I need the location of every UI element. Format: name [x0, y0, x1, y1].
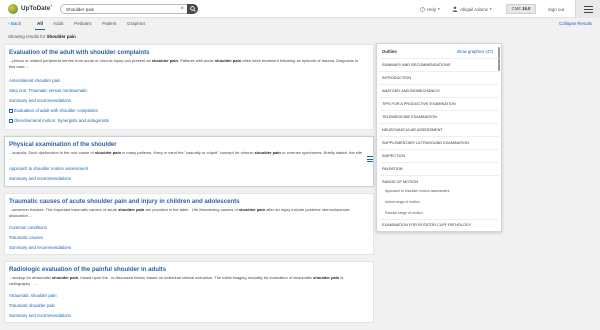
back-link[interactable]: ‹ Back: [8, 18, 21, 30]
tab-graphics[interactable]: Graphics: [127, 18, 145, 30]
graphic-icon: [9, 118, 13, 123]
clear-search-icon[interactable]: ×: [180, 5, 184, 14]
outline-item[interactable]: ANATOMY AND BIOMECHANICS: [382, 89, 440, 93]
outline-item[interactable]: INTRODUCTION: [382, 76, 411, 80]
search-button[interactable]: [187, 4, 198, 14]
outline-scrollbar[interactable]: [498, 47, 500, 71]
search-input[interactable]: [66, 6, 176, 12]
result-section-link[interactable]: Summary and recommendations: [9, 98, 71, 103]
outline-item[interactable]: PALPATION: [382, 167, 402, 171]
tab-all[interactable]: All: [35, 18, 45, 30]
divider: [380, 219, 499, 220]
user-name: Abigail Adams: [460, 6, 488, 12]
result-card: Traumatic causes of acute shoulder pain …: [4, 193, 374, 255]
outline-subitem[interactable]: Approach to shoulder motion assessment: [385, 189, 449, 193]
result-section-link[interactable]: Summary and recommendations: [9, 313, 71, 318]
divider: [380, 58, 499, 59]
sign-out-link[interactable]: Sign out: [548, 0, 564, 18]
result-section-link[interactable]: Traumatic shoulder pain: [9, 303, 55, 308]
divider: [380, 149, 499, 150]
result-snippet: ...scapula. Such dysfunction is the root…: [9, 150, 363, 161]
help-icon: ?: [420, 6, 425, 12]
result-title[interactable]: Traumatic causes of acute shoulder pain …: [9, 198, 240, 205]
outline-item[interactable]: SUMMARY AND RECOMMENDATIONS: [382, 63, 450, 67]
outline-item[interactable]: INSPECTION: [382, 154, 405, 158]
result-card: Evaluation of the adult with shoulder co…: [4, 44, 374, 130]
results-tabs: ‹ Back All Adult Pediatric Patient Graph…: [0, 18, 600, 30]
outline-subitem[interactable]: Active range of motion: [385, 200, 420, 204]
hamburger-menu-button[interactable]: [575, 0, 600, 18]
result-section-link[interactable]: Common conditions: [9, 225, 47, 230]
outline-subitem[interactable]: Passive range of motion: [385, 211, 423, 215]
divider: [380, 110, 499, 111]
result-title[interactable]: Radiologic evaluation of the painful sho…: [9, 266, 166, 273]
user-icon: [452, 6, 458, 12]
result-card: Radiologic evaluation of the painful sho…: [4, 261, 374, 323]
result-card-selected: Physical examination of the shoulder ...…: [4, 136, 374, 187]
outline-item[interactable]: TIPS FOR A PRODUCTIVE EXAMINATION: [382, 102, 456, 106]
divider: [380, 162, 499, 163]
help-label: Help: [427, 6, 437, 12]
search-icon: [189, 6, 196, 12]
outline-item[interactable]: SUPPLEMENTARY ULTRASOUND EXAMINATION: [382, 141, 469, 145]
top-header: UpToDate® × ? Help ▾ Abigail Adams ▾ CME…: [0, 0, 600, 18]
result-section-link[interactable]: Atraumatic shoulder pain: [9, 293, 57, 298]
outline-toggle-icon[interactable]: [366, 155, 374, 163]
outline-panel: Outline show graphics (47) SUMMARY AND R…: [376, 43, 502, 232]
divider: [380, 97, 499, 98]
chevron-down-icon: ▾: [438, 7, 440, 11]
graphic-icon: [9, 108, 13, 113]
result-snippet: ...plexus or related peripheral nerves f…: [9, 58, 359, 69]
outline-title: Outline: [382, 49, 397, 54]
divider: [380, 175, 499, 176]
outline-item[interactable]: TELEMEDICINE EXAMINATION: [382, 115, 437, 119]
user-menu[interactable]: Abigail Adams ▾: [452, 0, 492, 18]
show-graphics-link[interactable]: show graphics (47): [457, 49, 493, 54]
chevron-down-icon: ▾: [489, 7, 492, 11]
result-snippet: ...workup for atraumatic shoulder pain, …: [9, 275, 344, 286]
result-graphic-link[interactable]: Glenohumeral motion: Synergists and anta…: [9, 118, 109, 123]
divider: [380, 84, 499, 85]
tab-adult[interactable]: Adult: [53, 18, 63, 30]
outline-item[interactable]: NEUROVASCULAR ASSESSMENT: [382, 128, 443, 132]
logo-text: UpToDate®: [21, 4, 53, 13]
outline-item[interactable]: EXAMINATION FOR ROTATOR CUFF PATHOLOGY: [382, 223, 471, 227]
result-snippet: ...acromion fracture. The important trau…: [9, 207, 350, 218]
result-section-link[interactable]: Step one: Traumatic versus nontraumatic: [9, 88, 87, 93]
result-title[interactable]: Physical examination of the shoulder: [9, 141, 117, 148]
result-title[interactable]: Evaluation of the adult with shoulder co…: [9, 49, 150, 56]
search-box: ×: [60, 4, 198, 14]
help-menu[interactable]: ? Help ▾: [420, 0, 440, 18]
result-section-link[interactable]: Approach to shoulder motion assessment: [9, 166, 88, 171]
divider: [380, 123, 499, 124]
result-section-link[interactable]: Summary and recommendations: [9, 176, 71, 181]
divider: [380, 71, 499, 72]
results-summary: Showing results for Shoulder pain: [8, 34, 76, 39]
collapse-results-link[interactable]: Collapse Results: [559, 18, 592, 30]
logo-icon: [8, 3, 18, 14]
result-section-link[interactable]: Traumatic causes: [9, 235, 43, 240]
tab-patient[interactable]: Patient: [102, 18, 116, 30]
result-graphic-link[interactable]: Evaluation of adult with shoulder compla…: [9, 108, 98, 113]
cme-badge[interactable]: CME 16.0: [506, 4, 536, 14]
uptodate-logo[interactable]: UpToDate®: [8, 3, 53, 14]
tab-pediatric[interactable]: Pediatric: [74, 18, 92, 30]
divider: [380, 136, 499, 137]
outline-item[interactable]: RANGE OF MOTION: [382, 180, 418, 184]
svg-text:?: ?: [422, 7, 424, 11]
result-section-link[interactable]: Summary and recommendations: [9, 245, 71, 250]
result-section-link[interactable]: Anterolateral shoulder pain: [9, 78, 60, 83]
